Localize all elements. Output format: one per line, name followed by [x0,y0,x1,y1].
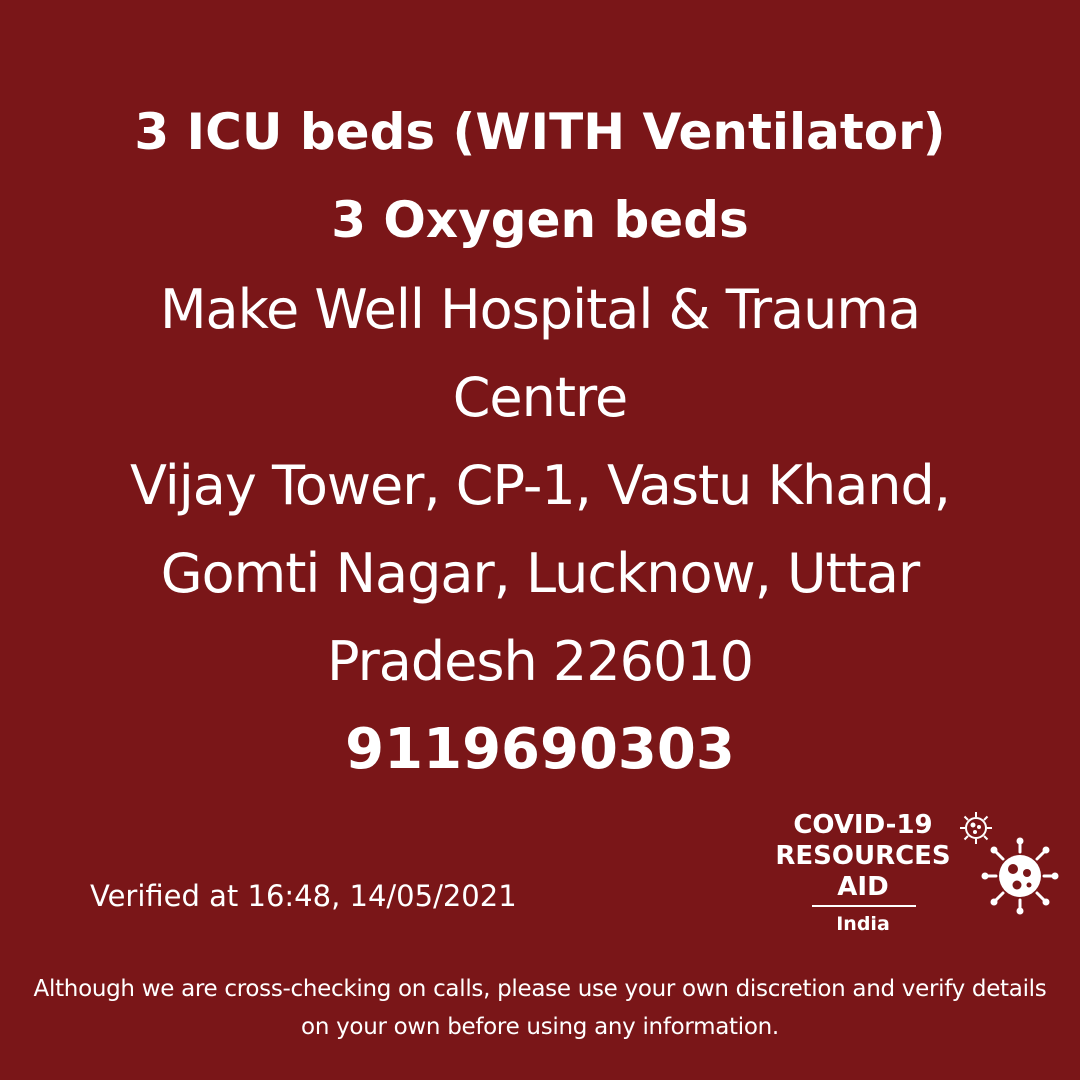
logo-line-covid: COVID-19 [793,810,933,840]
resource-card: 3 ICU beds (WITH Ventilator) 3 Oxygen be… [0,0,1080,1080]
hospital-details: Make Well Hospital & Trauma Centre Vijay… [70,266,1010,706]
headline-oxygen-beds: 3 Oxygen beds [331,191,749,249]
disclaimer-text: Although we are cross-checking on calls,… [33,976,1047,1040]
hospital-name: Make Well Hospital & Trauma Centre [159,278,921,429]
covid-resources-aid-logo: COVID-19 RESOURCES AID India [760,806,1060,946]
headline-icu-beds: 3 ICU beds (WITH Ventilator) [134,103,946,161]
logo-wordmark: COVID-19 RESOURCES AID [760,810,966,903]
verified-timestamp: Verified at 16:48, 14/05/2021 [90,879,517,913]
logo-divider [812,905,916,907]
hospital-address: Vijay Tower, CP-1, Vastu Khand, Gomti Na… [130,454,951,693]
logo-line-resources: RESOURCES [775,841,951,871]
virus-icon [981,837,1059,915]
logo-country: India [836,913,890,935]
logo-line-aid: AID [837,872,889,902]
phone-number: 9119690303 [345,717,735,782]
